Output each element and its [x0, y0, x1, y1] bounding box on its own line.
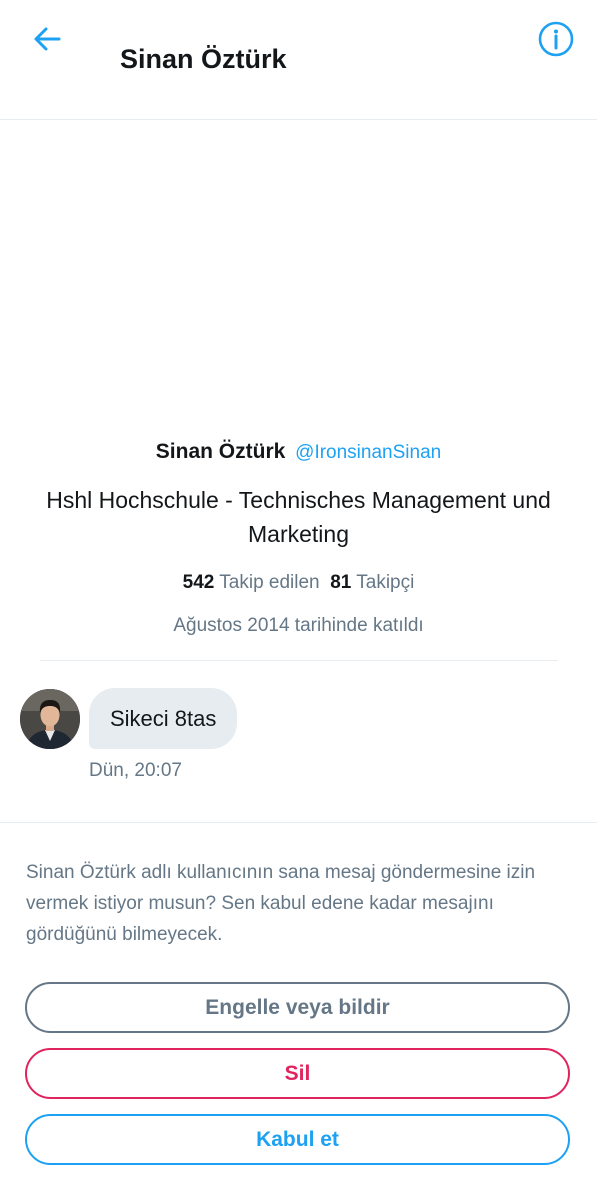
- message-bubble[interactable]: Sikeci 8tas: [89, 688, 238, 749]
- following-label: Takip edilen: [219, 572, 320, 593]
- divider: [0, 822, 597, 823]
- block-or-report-label: Engelle veya bildir: [205, 995, 390, 1019]
- delete-label: Sil: [284, 1061, 311, 1085]
- profile-name[interactable]: Sinan Öztürk: [156, 440, 286, 463]
- profile-handle[interactable]: @IronsinanSinan: [295, 442, 441, 463]
- block-or-report-button[interactable]: Engelle veya bildir: [25, 982, 570, 1033]
- profile-bio: Hshl Hochschule - Technisches Management…: [46, 487, 551, 547]
- profile-name-line: Sinan Öztürk @IronsinanSinan: [0, 434, 597, 471]
- avatar-photo: [20, 689, 80, 749]
- top-bar: Sinan Öztürk: [0, 0, 597, 120]
- accept-label: Kabul et: [256, 1127, 339, 1151]
- divider: [40, 660, 558, 661]
- dm-request-screen: Sinan Öztürk Sinan Öztürk @IronsinanSina…: [0, 0, 597, 1200]
- message-text: Sikeci 8tas: [110, 705, 217, 731]
- back-button[interactable]: [26, 18, 68, 60]
- following-count: 542: [182, 572, 215, 593]
- request-prompt: Sinan Öztürk adlı kullanıcının sana mesa…: [26, 862, 536, 945]
- arrow-left-icon: [34, 27, 61, 51]
- message-timestamp: Dün, 20:07: [89, 760, 182, 781]
- followers-label: Takipçi: [356, 572, 415, 593]
- profile-stats: 542 Takip edilen 81 Takipçi: [0, 569, 597, 597]
- page-title: Sinan Öztürk: [120, 44, 287, 74]
- followers-count: 81: [330, 572, 352, 593]
- avatar[interactable]: [20, 689, 80, 749]
- info-circle-icon: [538, 21, 574, 57]
- info-button[interactable]: [535, 18, 577, 60]
- followers-stat[interactable]: 81 Takipçi: [330, 572, 414, 593]
- accept-button[interactable]: Kabul et: [25, 1114, 570, 1165]
- profile-summary: Sinan Öztürk @IronsinanSinan Hshl Hochsc…: [0, 434, 597, 640]
- following-stat[interactable]: 542 Takip edilen: [183, 572, 320, 593]
- delete-button[interactable]: Sil: [25, 1048, 570, 1099]
- joined-date: Ağustos 2014 tarihinde katıldı: [173, 615, 424, 636]
